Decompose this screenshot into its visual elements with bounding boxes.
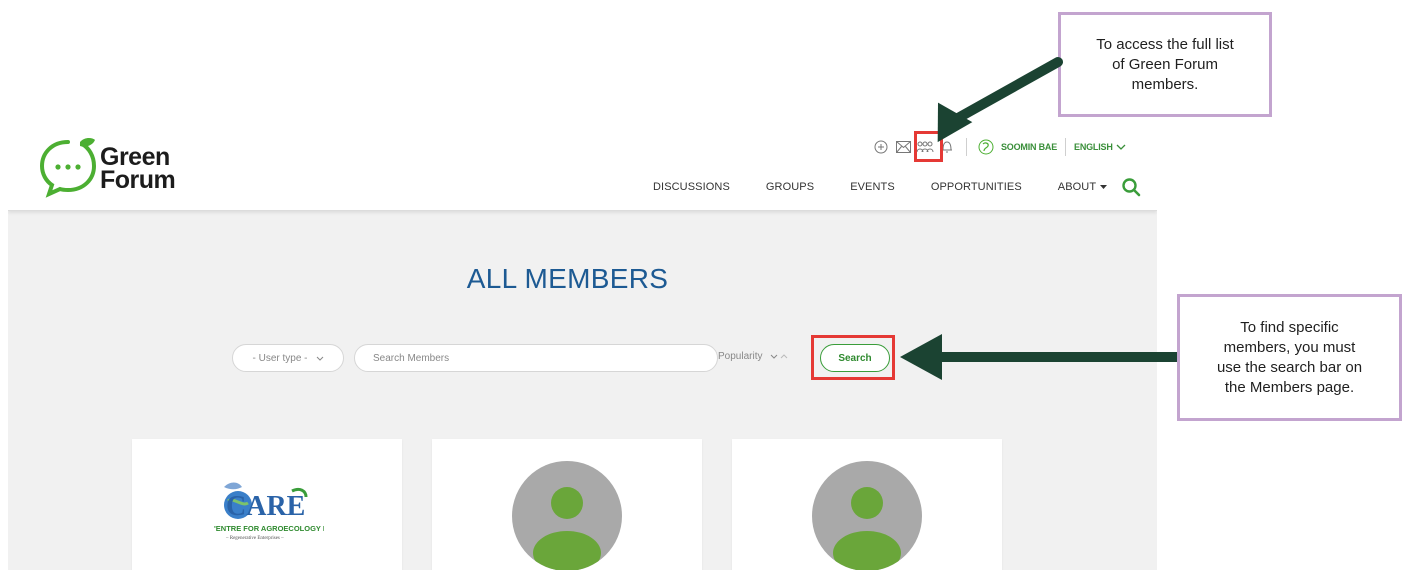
main-nav: DISCUSSIONS GROUPS EVENTS OPPORTUNITIES … (653, 177, 1141, 197)
search-icon[interactable] (1121, 177, 1141, 197)
nav-groups[interactable]: GROUPS (766, 181, 814, 193)
language-label: ENGLISH (1074, 142, 1113, 152)
site-header: Green Forum SOOMIN BAE ENGLISH DISCUSSIO… (8, 0, 1157, 211)
members-icon-highlight (914, 131, 943, 162)
user-placeholder-icon (833, 487, 901, 570)
org-logo-tagline: – Regenerative Enterprises – (225, 536, 284, 541)
org-logo-subtitle: 'ENTRE FOR AGROECOLOGY F (214, 524, 324, 533)
search-callout-text: To find specific members, you must use t… (1216, 318, 1363, 396)
nav-opportunities[interactable]: OPPORTUNITIES (931, 181, 1022, 193)
search-callout: To find specific members, you must use t… (1177, 294, 1402, 421)
default-avatar (512, 461, 622, 570)
org-logo-text: CARE (226, 491, 305, 522)
user-avatar-icon[interactable] (975, 136, 997, 158)
page-title: ALL MEMBERS (466, 263, 669, 294)
nav-about-label: ABOUT (1057, 181, 1097, 193)
top-utility-bar: SOOMIN BAE ENGLISH (870, 136, 1126, 158)
member-card[interactable] (432, 439, 702, 570)
logo-text: Green Forum (100, 145, 176, 194)
user-type-select[interactable]: - User type - (232, 344, 344, 372)
screenshot: Green Forum SOOMIN BAE ENGLISH DISCUSSIO… (8, 0, 1157, 570)
nav-events[interactable]: EVENTS (850, 181, 895, 193)
add-circle-icon[interactable] (870, 136, 892, 158)
user-type-label: - User type - (252, 352, 308, 364)
nav-discussions[interactable]: DISCUSSIONS (653, 181, 730, 193)
chevron-down-icon (771, 354, 778, 359)
member-card[interactable] (732, 439, 1002, 570)
green-forum-logo[interactable]: Green Forum (38, 136, 208, 202)
default-avatar (812, 461, 922, 570)
search-button-highlight (811, 335, 895, 380)
members-page: ALL MEMBERS - User type - Search Members… (8, 211, 1157, 570)
caret-down-icon (1100, 184, 1108, 189)
sort-select[interactable]: Popularity (718, 351, 788, 362)
member-card[interactable]: CARE 'ENTRE FOR AGROECOLOGY F – Regenera… (132, 439, 402, 570)
separator (1065, 138, 1067, 156)
organization-logo: CARE 'ENTRE FOR AGROECOLOGY F – Regenera… (214, 482, 324, 541)
chevron-up-icon (781, 354, 788, 359)
user-placeholder-icon (533, 487, 601, 570)
logo-line-2: Forum (100, 166, 176, 194)
user-name-link[interactable]: SOOMIN BAE (1001, 142, 1057, 152)
chat-bubble-icon (39, 137, 97, 198)
members-callout: To access the full list of Green Forum m… (1058, 12, 1272, 117)
separator (966, 138, 967, 156)
sort-label: Popularity (718, 351, 763, 362)
chevron-down-icon (316, 356, 323, 361)
nav-about[interactable]: ABOUT (1057, 181, 1108, 193)
chevron-down-icon (1116, 144, 1126, 150)
language-selector[interactable]: ENGLISH (1074, 142, 1126, 152)
search-members-input[interactable]: Search Members (354, 344, 718, 372)
mail-icon[interactable] (892, 136, 914, 158)
members-callout-text: To access the full list of Green Forum m… (1096, 35, 1234, 93)
search-placeholder: Search Members (373, 352, 450, 364)
